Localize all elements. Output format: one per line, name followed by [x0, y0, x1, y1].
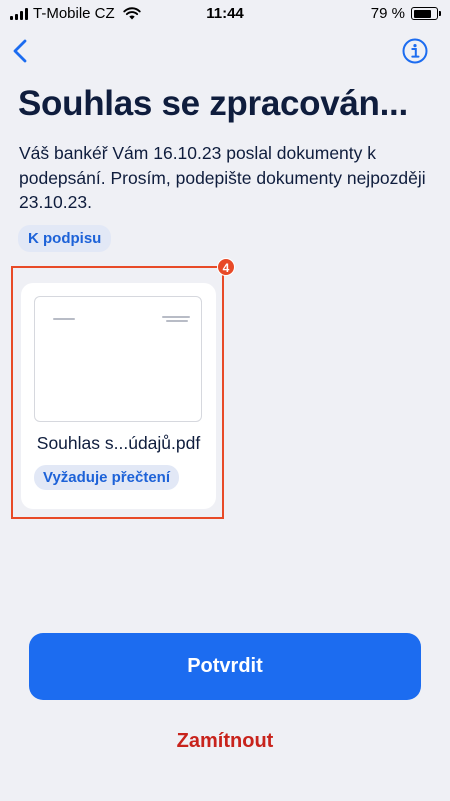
- info-button[interactable]: [402, 38, 428, 64]
- info-circle-icon: [402, 38, 428, 64]
- description-text: Váš bankéř Vám 16.10.23 poslal dokumenty…: [19, 143, 426, 212]
- document-name: Souhlas s...údajů.pdf: [36, 433, 201, 453]
- battery-percent: 79 %: [370, 5, 405, 22]
- page-title: Souhlas se zpracován...: [18, 84, 408, 123]
- preview-text-line: [166, 320, 188, 322]
- reject-button[interactable]: Zamítnout: [29, 724, 421, 758]
- status-bar-right: 79 %: [370, 5, 441, 22]
- preview-text-line: [53, 318, 75, 320]
- document-thumbnail: [34, 296, 202, 422]
- back-button[interactable]: [8, 36, 32, 66]
- preview-text-line: [162, 316, 190, 318]
- chevron-left-icon: [13, 39, 27, 63]
- annotation-badge: 4: [217, 258, 235, 276]
- document-card[interactable]: Souhlas s...údajů.pdf Vyžaduje přečtení: [21, 283, 216, 509]
- document-status-chip: Vyžaduje přečtení: [34, 465, 179, 490]
- section-chip-to-sign: K podpisu: [18, 225, 112, 252]
- battery-fill: [413, 9, 431, 18]
- status-bar: T-Mobile CZ 11:44 79 %: [0, 0, 450, 26]
- battery-icon: [411, 7, 441, 20]
- confirm-button[interactable]: Potvrdit: [29, 633, 421, 700]
